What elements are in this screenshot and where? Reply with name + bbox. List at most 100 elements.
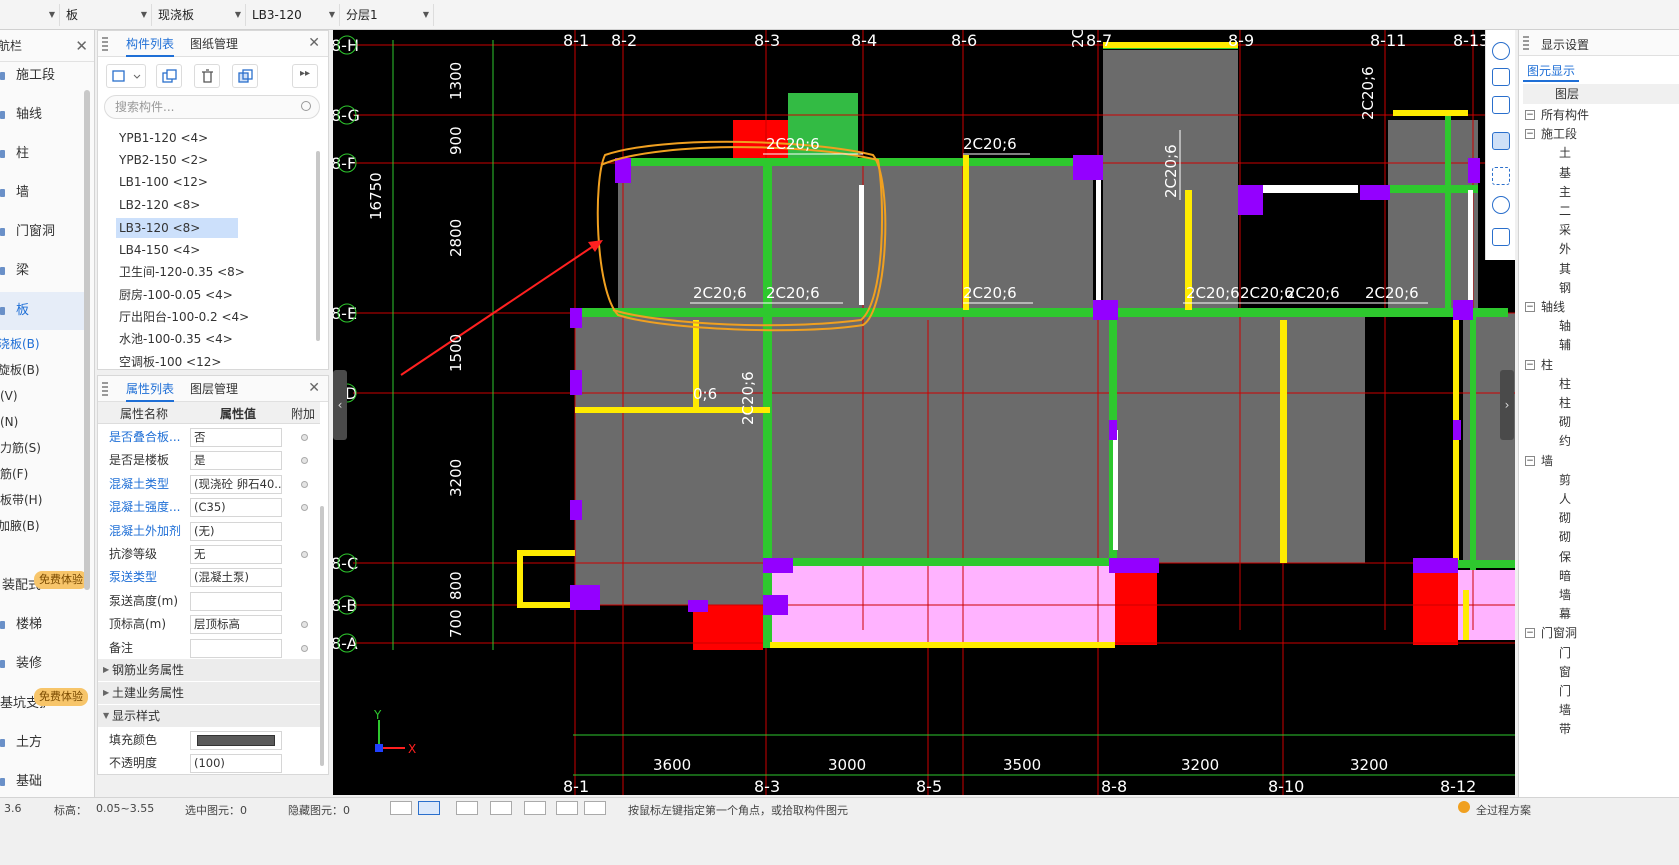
nav-sub-column-cap[interactable]: 柱帽(V) [0,383,18,409]
property-value-field[interactable]: 是 [190,451,282,471]
save-icon[interactable] [556,801,578,815]
group-display-style[interactable]: ▼ 显示样式 [98,705,320,727]
collapse-icon[interactable]: − [1525,359,1535,370]
opacity-field[interactable]: (100) [190,754,282,773]
layer-select[interactable]: 分层1 ▼ [342,4,434,26]
layer-row[interactable]: 人 [1559,490,1571,509]
layer-group-row[interactable]: − 所有构件 [1525,106,1589,125]
list-settings-icon[interactable] [1492,228,1510,246]
layer-row[interactable]: 采 [1559,221,1571,240]
list-item[interactable]: 空调板-100 <12> [116,352,224,372]
nav-item-beam[interactable]: 梁 [0,252,84,290]
extra-toggle-icon[interactable] [301,434,308,441]
nav-item-wall[interactable]: 墙 [0,174,84,212]
nav-sub-cast-slab[interactable]: 现浇板(B) [0,331,40,357]
nav-item-foundation[interactable]: 基础 [0,763,84,801]
property-value-field[interactable]: 否 [190,428,282,447]
orbit-icon[interactable] [1492,42,1510,60]
collapse-icon[interactable]: − [1525,628,1535,639]
layer-row[interactable]: 柱 [1559,375,1571,394]
layer-group-row[interactable]: − 门窗洞 [1525,624,1577,643]
collapse-icon[interactable]: − [1525,302,1535,312]
layer-group-row[interactable]: − 柱 [1525,356,1553,375]
layer-row[interactable]: 带 [1559,720,1571,739]
delete-button[interactable] [194,64,220,88]
nav-item-column[interactable]: 柱 [0,135,84,173]
close-icon[interactable]: ✕ [308,380,320,396]
layer-row[interactable]: 砌 [1559,528,1571,547]
layer-row[interactable]: 主 [1559,183,1571,202]
layer-row[interactable]: 柱 [1559,394,1571,413]
tab-element-display[interactable]: 图元显示 [1523,60,1580,82]
tab-layer-management[interactable]: 图层管理 [190,376,238,402]
drag-handle-icon[interactable] [102,382,108,396]
new-component-button[interactable] [106,64,146,88]
polyline-select-button[interactable] [490,801,512,815]
property-value-field[interactable] [190,638,282,658]
list-item[interactable]: 厨房-100-0.05 <4> [116,285,236,305]
list-item[interactable]: 水池-100-0.35 <4> [116,329,236,349]
nav-item-construction-section[interactable]: 施工段 [0,57,84,95]
nav-item-stairs[interactable]: 楼梯 [0,606,84,644]
drag-handle-icon[interactable] [1523,36,1529,50]
property-value-field[interactable]: (无) [190,521,282,541]
layer-row[interactable]: 砌 [1559,509,1571,528]
property-value-field[interactable]: 无 [190,545,282,564]
tab-drawing-management[interactable]: 图纸管理 [190,31,238,57]
fit-view-icon[interactable] [1492,167,1510,185]
nav-item-earthwork[interactable]: 土方 [0,724,84,762]
layer-row[interactable]: 暗 [1559,567,1571,586]
list-item[interactable]: 厅出阳台-100-0.2 <4> [116,307,252,327]
property-value-field[interactable]: 层顶标高 [190,615,282,635]
property-scrollbar[interactable] [320,506,324,766]
close-icon[interactable]: ✕ [308,35,320,51]
nav-sub-spiral-slab[interactable]: 螺旋板(B) [0,357,40,383]
nav-item-decoration[interactable]: 装修 [0,645,84,683]
nav-sub-floor-band[interactable]: 楼层板带(H) [0,487,42,513]
nav-sub-haunch[interactable]: 板加腋(B) [0,513,40,539]
print-icon[interactable] [584,801,606,815]
list-item[interactable]: YPB1-120 <4> [116,128,211,148]
layer-row[interactable]: 砌 [1559,413,1571,432]
nav-item-slab[interactable]: 板 [0,292,84,330]
copy-button[interactable] [156,64,182,88]
list-item[interactable]: YPB2-150 <2> [116,150,211,170]
layer-row[interactable]: 窗 [1559,663,1571,682]
list-item[interactable]: LB4-150 <4> [116,240,203,260]
property-value-field[interactable]: (混凝土泵) [190,568,282,588]
layer-row[interactable]: 幕 [1559,605,1571,624]
nav-scrollbar[interactable] [84,90,90,590]
more-button[interactable]: ▸▸ [292,64,318,88]
property-value-field[interactable]: (C35) [190,498,282,518]
group-civil-props[interactable]: ▶ 土建业务属性 [98,682,320,704]
extra-toggle-icon[interactable] [301,621,308,629]
list-item-selected[interactable]: LB3-120 <8> [116,218,238,238]
drag-handle-icon[interactable] [102,37,108,51]
extra-toggle-icon[interactable] [301,457,308,465]
category-select[interactable]: 板 ▼ [62,4,152,26]
rotate-icon[interactable] [1492,196,1510,214]
collapse-left-handle[interactable]: ‹ [333,370,347,440]
nav-item-axis[interactable]: 轴线 [0,96,84,134]
layer-row[interactable]: 墙 [1559,586,1571,605]
collapse-icon[interactable]: − [1525,110,1535,120]
box-select-button[interactable] [418,801,440,815]
list-item[interactable]: 卫生间-120-0.35 <8> [116,262,248,282]
nav-sub-neg-rebar[interactable]: 板负筋(F) [0,461,28,487]
component-scrollbar[interactable] [316,151,320,341]
layer-group-row[interactable]: − 轴线 [1525,298,1565,317]
layer-row[interactable]: 约 [1559,432,1571,451]
cross-select-button[interactable] [456,801,478,815]
select-mode-button[interactable] [390,801,412,815]
cad-canvas[interactable]: 2C20;6 2C20;6 2C20;6 2C20;6 2C20;6 2C20;… [333,30,1515,795]
layer-row[interactable]: 门 [1559,644,1571,663]
extra-toggle-icon[interactable] [301,480,308,488]
layer-row[interactable]: 钢 [1559,279,1571,298]
nav-sub-slab-hole[interactable]: 板洞(N) [0,409,18,435]
extra-toggle-icon[interactable] [301,551,308,558]
layer-group-row[interactable]: − 施工段 [1525,125,1577,144]
collapse-right-handle[interactable]: › [1500,370,1514,440]
collapse-icon[interactable]: − [1525,129,1535,140]
nav-item-door-window[interactable]: 门窗洞 [0,213,84,251]
type-select[interactable]: 现浇板 ▼ [154,4,246,26]
